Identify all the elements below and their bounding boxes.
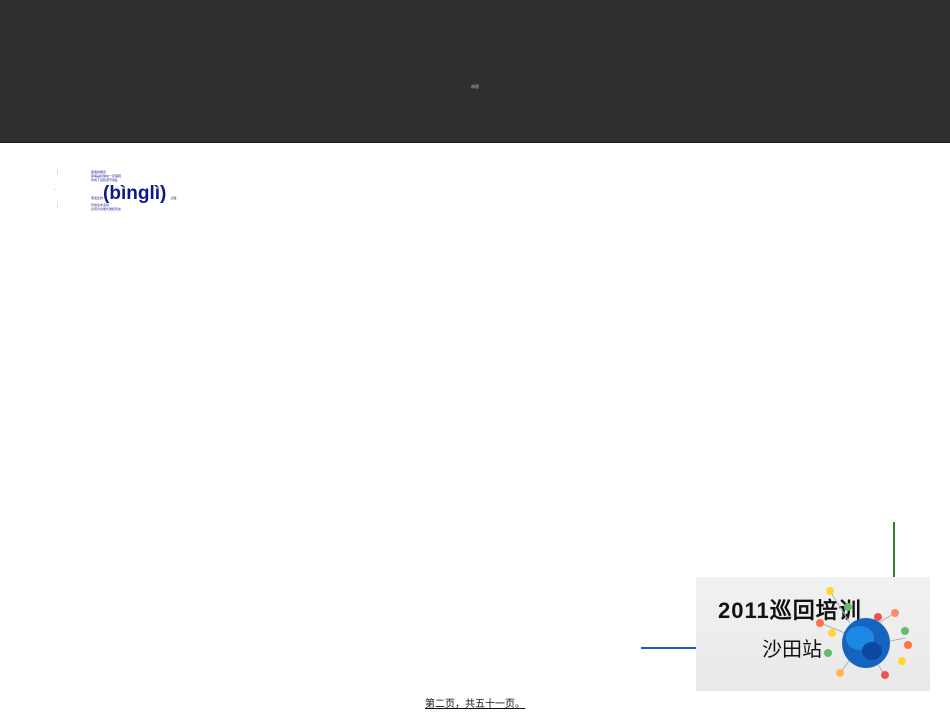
- bullet-1: ⋮: [55, 170, 60, 176]
- content-line-3: 作用下自稳调节紊乱: [91, 178, 119, 182]
- slide-header: 病理: [0, 0, 950, 143]
- brain-graphic-icon: [816, 587, 912, 679]
- bullet-2: ·: [55, 187, 57, 193]
- training-logo: 2011巡回培训 沙田站: [696, 577, 930, 691]
- content-line-6: 表现为功能代谢和形态: [91, 207, 122, 211]
- line4-note: 过程: [170, 196, 177, 200]
- header-title: 病理: [471, 84, 479, 89]
- line4-prefix: 而发生的: [91, 196, 104, 200]
- content-line-4: 而发生的(bìnglì) 过程: [91, 183, 176, 205]
- line4-term: (bìnglì): [103, 183, 167, 204]
- page-footer: 第二页，共五十一页。: [425, 699, 525, 710]
- bullet-3: ⋮: [55, 203, 60, 209]
